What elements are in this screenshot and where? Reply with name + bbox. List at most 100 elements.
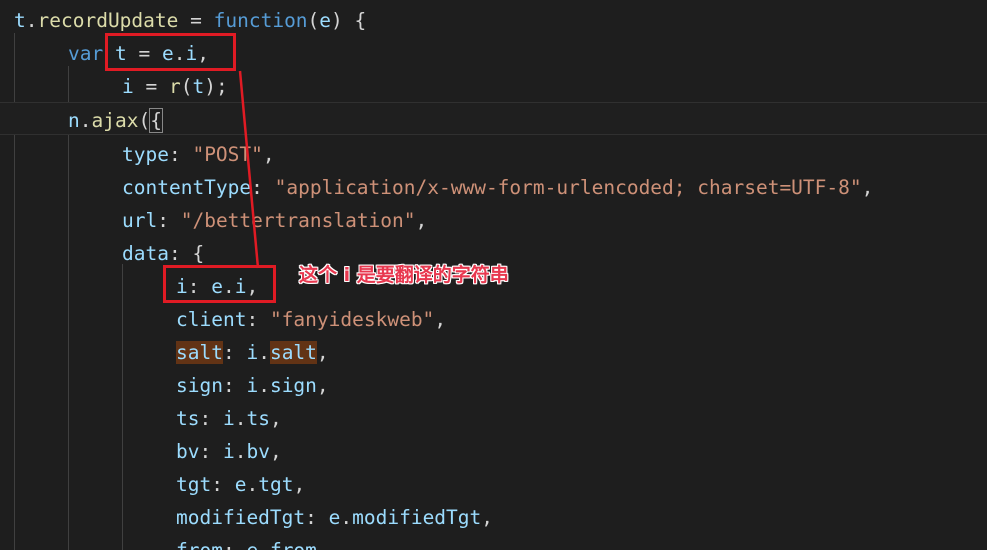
code-token: from <box>270 539 317 550</box>
code-line[interactable]: i: e.i, <box>0 270 258 303</box>
code-token: data <box>122 242 169 265</box>
code-token: , <box>246 275 259 298</box>
code-token: salt <box>176 341 223 364</box>
code-token: : <box>199 440 223 463</box>
code-token: : <box>157 209 181 232</box>
code-token: "/bettertranslation" <box>180 209 416 232</box>
code-line[interactable]: modifiedTgt: e.modifiedTgt, <box>0 501 493 534</box>
code-token: ts <box>176 407 200 430</box>
code-token: : <box>223 539 246 550</box>
code-line[interactable]: var t = e.i, <box>0 37 209 70</box>
code-token: n <box>68 109 80 132</box>
code-token: . <box>25 9 38 32</box>
code-line[interactable]: t.recordUpdate = function(e) { <box>0 4 366 37</box>
code-token: e <box>211 275 223 298</box>
code-line[interactable]: sign: i.sign, <box>0 369 329 402</box>
code-token: e <box>161 42 174 65</box>
code-token: ); <box>204 75 228 98</box>
code-token: : { <box>168 242 205 265</box>
code-token: . <box>173 42 186 65</box>
code-line[interactable]: salt: i.salt, <box>0 336 329 369</box>
code-line[interactable]: tgt: e.tgt, <box>0 468 305 501</box>
code-line[interactable]: i = r(t); <box>0 70 228 103</box>
code-token: "application/x-www-form-urlencoded; char… <box>274 176 862 199</box>
code-token: : <box>222 374 247 397</box>
code-token: recordUpdate <box>37 9 179 32</box>
code-token: . <box>258 341 270 364</box>
code-token: = <box>178 9 214 32</box>
code-token: , <box>197 42 209 65</box>
code-token: , <box>269 440 282 463</box>
code-editor-viewport[interactable]: ,t.recordUpdate = function(e) {var t = e… <box>0 0 987 550</box>
code-token: i <box>246 341 259 364</box>
code-token: : <box>246 308 270 331</box>
code-token: type <box>122 143 169 166</box>
code-token: ajax <box>91 109 139 132</box>
code-line[interactable]: bv: i.bv, <box>0 435 282 468</box>
code-token: e <box>234 473 247 496</box>
code-token: . <box>79 109 92 132</box>
code-line[interactable]: data: { <box>0 237 204 270</box>
code-line[interactable]: url: "/bettertranslation", <box>0 204 427 237</box>
code-token: t <box>14 9 26 32</box>
code-line[interactable]: from: e.from <box>0 534 317 550</box>
code-token: client <box>176 308 247 331</box>
code-token: . <box>222 275 235 298</box>
code-token: ) { <box>331 9 367 32</box>
code-token: : <box>199 407 223 430</box>
code-line[interactable]: ts: i.ts, <box>0 402 282 435</box>
code-token: ( <box>307 9 320 32</box>
code-line[interactable]: n.ajax({ <box>0 104 163 137</box>
code-token: . <box>234 440 247 463</box>
code-token: = <box>133 75 169 98</box>
code-token: , <box>316 341 329 364</box>
code-token: var <box>68 42 115 65</box>
code-token: , <box>481 506 494 529</box>
code-line[interactable]: contentType: "application/x-www-form-url… <box>0 171 873 204</box>
code-token: , <box>293 473 306 496</box>
code-token: ts <box>246 407 270 430</box>
code-token: e <box>246 539 258 550</box>
code-token: : <box>187 275 212 298</box>
code-token: t <box>192 75 205 98</box>
code-token: i <box>222 440 235 463</box>
code-token: function <box>213 9 308 32</box>
code-token: sign <box>269 374 317 397</box>
code-token: : <box>305 506 329 529</box>
code-token: e <box>319 9 332 32</box>
code-token: : <box>251 176 275 199</box>
code-token: { <box>149 108 163 133</box>
code-token: i <box>246 374 259 397</box>
code-token: t <box>114 42 127 65</box>
code-token: : <box>168 143 193 166</box>
code-token: , <box>434 308 447 331</box>
code-token: i <box>176 275 188 298</box>
code-token: , <box>316 374 329 397</box>
code-token: r <box>168 75 181 98</box>
code-line[interactable]: client: "fanyideskweb", <box>0 303 446 336</box>
code-line[interactable]: type: "POST", <box>0 138 275 171</box>
code-token: salt <box>269 341 317 364</box>
code-token: : <box>211 473 235 496</box>
code-token: "fanyideskweb" <box>269 308 435 331</box>
code-token: modifiedTgt <box>176 506 306 529</box>
code-token: "POST" <box>192 143 263 166</box>
code-token: , <box>415 209 428 232</box>
code-token: . <box>246 473 259 496</box>
code-token: tgt <box>176 473 212 496</box>
code-token: modifiedTgt <box>352 506 482 529</box>
code-token: i <box>185 42 198 65</box>
code-token: i <box>222 407 235 430</box>
code-token: , <box>269 407 282 430</box>
code-token: = <box>126 42 162 65</box>
code-token: . <box>340 506 353 529</box>
code-token: , <box>861 176 874 199</box>
code-token: from <box>176 539 223 550</box>
code-token: . <box>258 539 270 550</box>
code-token: sign <box>176 374 223 397</box>
code-token: bv <box>246 440 270 463</box>
code-token: . <box>234 407 247 430</box>
code-token: ( <box>180 75 193 98</box>
code-token: , <box>262 143 275 166</box>
code-token: contentType <box>122 176 252 199</box>
